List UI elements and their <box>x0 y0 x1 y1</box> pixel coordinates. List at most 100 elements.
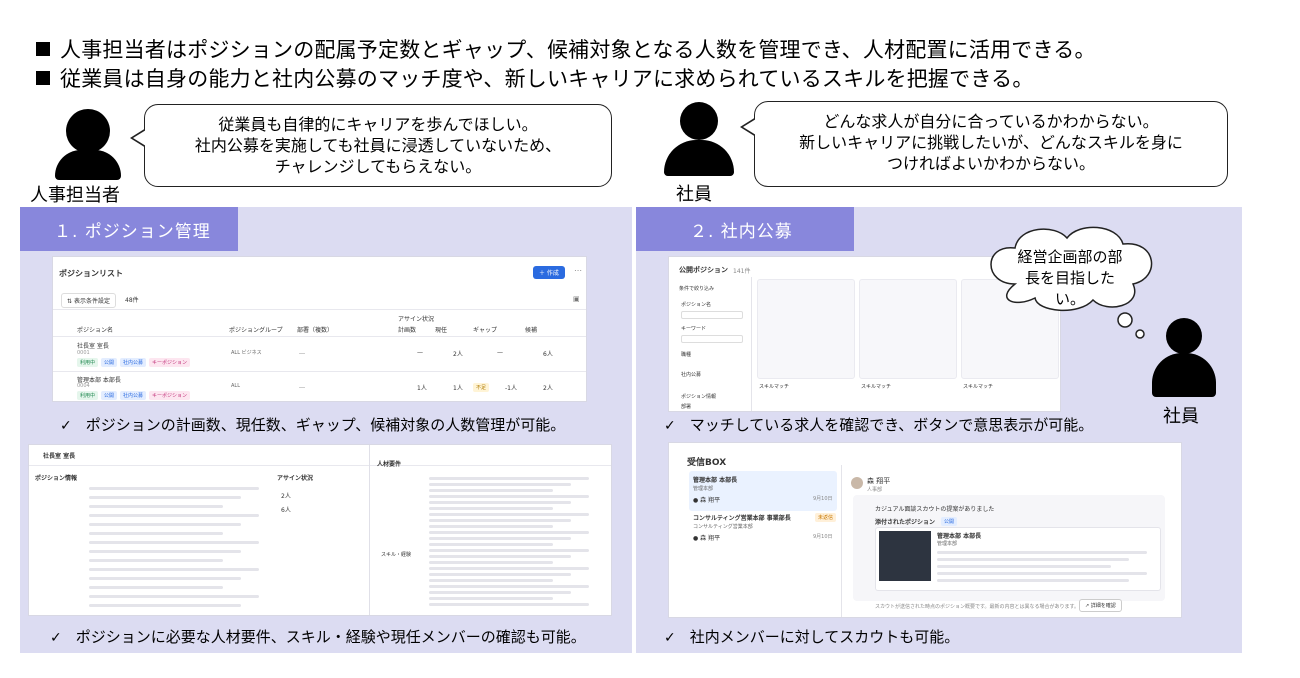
placeholder-line <box>429 513 589 516</box>
placeholder-line <box>89 496 241 499</box>
hr-speech-line: チャレンジしてもらえない。 <box>274 157 482 176</box>
attached-position-label: 添付されたポジション <box>875 519 936 526</box>
placeholder-line <box>937 579 1129 582</box>
placeholder-line <box>429 549 589 552</box>
inbox-item-2-date: 9月10日 <box>813 534 833 540</box>
inbox-item-2-title[interactable]: コンサルティング営業本部 事業部長 <box>693 513 791 522</box>
tag-key-position: キーポジション <box>149 358 191 367</box>
bubble-pointer-fill <box>133 130 146 146</box>
placeholder-line <box>89 532 223 535</box>
employee-role-label: 社員 <box>676 184 712 205</box>
plan-count: 6人 <box>281 507 291 514</box>
placeholder-line <box>937 551 1147 554</box>
row1-tags: 利用中 公開 社内公募 キーポジション <box>77 358 193 367</box>
placeholder-line <box>429 495 589 498</box>
create-button[interactable]: ＋ 作成 <box>533 266 565 279</box>
row2-tags: 利用中 公開 社内公募 キーポジション <box>77 391 193 400</box>
placeholder-line <box>937 558 1129 561</box>
row2-plan: 1人 <box>417 385 427 392</box>
col-gap: ギャップ <box>473 327 498 334</box>
inbox-item-2-sender: ● 森 翔平 <box>693 533 720 542</box>
employee-role-label-2: 社員 <box>1163 406 1199 427</box>
headline-2: 従業員は自身の能力と社内公募のマッチ度や、新しいキャリアに求められているスキルを… <box>36 63 1034 93</box>
panel2-check-1: ✓ マッチしている求人を確認でき、ボタンで意思表示が可能。 <box>664 414 1093 435</box>
col-position-group: ポジショングループ <box>229 327 283 334</box>
placeholder-line <box>429 507 553 510</box>
col-plan: 計画数 <box>398 327 417 334</box>
gap-shortage-badge: 不足 <box>473 383 490 392</box>
tag-public: 公開 <box>101 358 118 367</box>
filter-title: 条件で絞り込み <box>679 286 715 292</box>
keyword-input[interactable] <box>681 335 743 343</box>
placeholder-line <box>429 537 571 540</box>
placeholder-line <box>89 550 241 553</box>
unreplied-badge: 未返信 <box>815 513 837 522</box>
tag-key-position: キーポジション <box>149 391 191 400</box>
filter-keyword: キーワード <box>681 326 707 332</box>
scout-message: カジュアル面談スカウトの提案がありました <box>875 506 995 513</box>
assign-status-section: アサイン状況 <box>277 475 314 482</box>
placeholder-line <box>89 487 259 490</box>
more-icon[interactable]: ⋯ <box>574 266 582 275</box>
row1-current: 2人 <box>453 351 463 358</box>
check-icon: ✓ <box>664 418 676 434</box>
placeholder-line <box>429 489 553 492</box>
placeholder-line <box>429 561 553 564</box>
thought-line: 長を目指したい。 <box>1024 269 1115 308</box>
row1-candidate[interactable]: 6人 <box>543 349 553 358</box>
placeholder-line <box>429 579 553 582</box>
employee-speech-line: どんな求人が自分に合っているかわからない。 <box>823 112 1159 131</box>
placeholder-line <box>937 565 1111 568</box>
view-detail-label: 詳細を確認 <box>1090 603 1116 609</box>
employee-speech-line: つければよいかわからない。 <box>886 154 1095 173</box>
row1-dept: … <box>299 349 305 356</box>
placeholder-line <box>429 597 553 600</box>
filter-label: 表示条件設定 <box>73 298 110 305</box>
row2-code: 0004 <box>77 383 90 389</box>
row1-code: 0001 <box>77 350 90 356</box>
filter-settings-button[interactable]: ⇅ 表示条件設定 <box>61 293 116 308</box>
row2-dept: … <box>299 383 305 390</box>
panel1-check-2: ✓ ポジションに必要な人材要件、スキル・経験や現任メンバーの確認も可能。 <box>50 626 586 647</box>
result-count: 48件 <box>125 297 139 304</box>
job-card[interactable] <box>859 279 957 379</box>
placeholder-line <box>429 543 553 546</box>
tab-internal-recruitment: ２. 社内公募 <box>636 207 854 251</box>
row2-gap: -1人 <box>505 385 517 392</box>
position-thumbnail <box>879 531 931 581</box>
placeholder-line <box>429 585 589 588</box>
detail-position-title: 社長室 室長 <box>43 453 76 460</box>
filter-position-info: ポジション情報 <box>681 394 717 400</box>
panel2-check-2-text: 社内メンバーに対してスカウトも可能。 <box>689 628 960 646</box>
skill-match-label: スキルマッチ <box>963 384 994 390</box>
placeholder-line <box>429 591 571 594</box>
current-count: 2人 <box>281 493 291 500</box>
bubble-pointer-fill <box>743 119 756 135</box>
requirements-section: 人材要件 <box>377 461 402 468</box>
open-positions-title: 公開ポジション <box>679 266 728 274</box>
calendar-icon[interactable]: ▣ <box>573 295 580 303</box>
tag-public: 公開 <box>101 391 118 400</box>
placeholder-line <box>89 559 223 562</box>
tag-in-use: 利用中 <box>77 391 99 400</box>
row1-group: ALL ビジネス <box>231 350 262 356</box>
row1-name[interactable]: 社長室 室長 <box>77 341 109 350</box>
job-card[interactable] <box>757 279 855 379</box>
position-list-screenshot: ポジションリスト ＋ 作成 ⋯ ⇅ 表示条件設定 48件 ▣ アサイン状況 ポジ… <box>52 256 587 402</box>
skill-match-label: スキルマッチ <box>861 384 892 390</box>
position-name-input[interactable] <box>681 311 743 319</box>
hr-role-label: 人事担当者 <box>30 185 120 206</box>
tag-recruit: 社内公募 <box>120 358 147 367</box>
skill-match-label: スキルマッチ <box>759 384 790 390</box>
inbox-item-1-sender-name: 森 翔平 <box>700 497 721 504</box>
attached-position-dept: 管理本部 <box>937 541 958 547</box>
placeholder-line <box>89 568 259 571</box>
view-detail-button[interactable]: ↗ 詳細を確認 <box>1079 599 1122 612</box>
open-positions-count: 141件 <box>733 268 751 275</box>
avatar <box>851 477 863 489</box>
row2-candidate[interactable]: 2人 <box>543 383 553 392</box>
hr-speech-line: 社内公募を実施しても社員に浸透していないため、 <box>194 136 562 155</box>
check-icon: ✓ <box>60 418 72 434</box>
placeholder-line <box>429 525 553 528</box>
inbox-screenshot: 受信BOX 管理本部 本部長 管理本部 ● 森 翔平 9月10日 コンサルティン… <box>668 442 1182 618</box>
